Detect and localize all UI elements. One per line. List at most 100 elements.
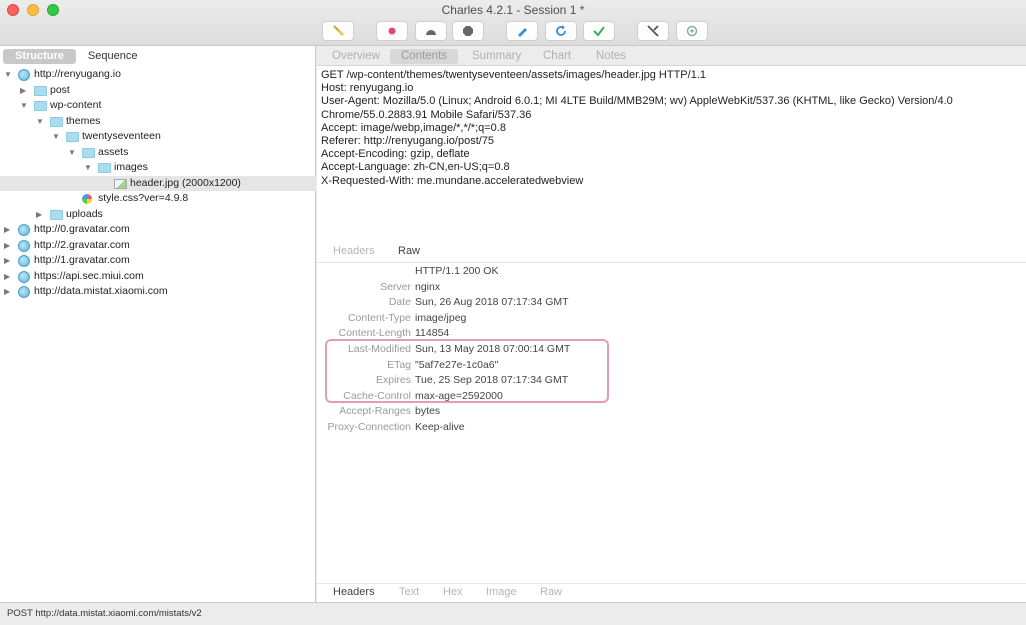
tab-notes[interactable]: Notes xyxy=(585,49,637,64)
breakpoints-button[interactable] xyxy=(452,21,484,41)
tree-node[interactable]: ▶ post xyxy=(0,83,316,99)
disclosure-closed-icon[interactable]: ▶ xyxy=(4,238,14,254)
cache-headers-highlight xyxy=(325,339,609,403)
response-tab-text[interactable]: Text xyxy=(399,586,419,598)
tools-icon xyxy=(647,25,659,37)
header-name: Content-Type xyxy=(347,311,411,324)
disclosure-closed-icon[interactable]: ▶ xyxy=(4,222,14,238)
tree-node[interactable]: style.css?ver=4.9.8 xyxy=(0,191,316,207)
clear-session-button[interactable] xyxy=(322,21,354,41)
window-title: Charles 4.2.1 - Session 1 * xyxy=(441,3,585,17)
settings-icon xyxy=(686,25,698,37)
tree-node[interactable]: ▼ assets xyxy=(0,145,316,161)
tree-node[interactable]: ▼ images xyxy=(0,160,316,176)
tree-node[interactable]: ▶ http://2.gravatar.com xyxy=(0,238,316,254)
folder-icon xyxy=(34,85,47,96)
response-header-row: Content-Type image/jpeg xyxy=(317,311,1026,327)
tree-node-label: post xyxy=(50,83,70,96)
tab-contents[interactable]: Contents xyxy=(390,49,459,64)
repeat-button[interactable] xyxy=(545,21,577,41)
tree-node-label: images xyxy=(114,161,148,173)
compose-button[interactable] xyxy=(506,21,538,41)
tree-node-label: https://api.sec.miui.com xyxy=(34,269,144,282)
tree-node-label: themes xyxy=(66,114,101,127)
header-value: nginx xyxy=(415,280,441,293)
header-value: Sun, 26 Aug 2018 07:17:34 GMT xyxy=(415,296,569,309)
tree-node[interactable]: ▼ themes xyxy=(0,114,316,130)
response-header-row: Server nginx xyxy=(317,280,1026,296)
tree-node[interactable]: header.jpg (2000x1200) xyxy=(0,175,316,191)
tree-node[interactable]: ▼ wp-content xyxy=(0,98,316,114)
globe-icon xyxy=(18,255,30,267)
header-name: Accept-Ranges xyxy=(339,405,411,418)
tab-chart[interactable]: Chart xyxy=(532,49,582,64)
tools-button[interactable] xyxy=(637,21,669,41)
throttle-button[interactable] xyxy=(415,21,447,41)
validate-button[interactable] xyxy=(583,21,615,41)
tree-node[interactable]: ▼ http://renyugang.io xyxy=(0,67,316,83)
tree-node[interactable]: ▶ http://1.gravatar.com xyxy=(0,253,316,269)
folder-icon xyxy=(82,147,95,158)
header-name: Proxy-Connection xyxy=(327,420,411,433)
request-tab-headers[interactable]: Headers xyxy=(333,245,375,257)
disclosure-closed-icon[interactable]: ▶ xyxy=(20,83,30,99)
toolbar xyxy=(0,21,1026,43)
response-subtabs: Headers Text Hex Image Raw xyxy=(317,583,1026,603)
response-header-row: Proxy-Connection Keep-alive xyxy=(317,420,1026,436)
breakpoint-icon xyxy=(463,26,473,36)
record-button[interactable] xyxy=(376,21,408,41)
disclosure-closed-icon[interactable]: ▶ xyxy=(36,207,46,223)
validate-icon xyxy=(593,26,605,37)
structure-tab[interactable]: Structure xyxy=(3,49,76,64)
response-tab-headers[interactable]: Headers xyxy=(333,586,375,598)
tree-node-label: twentyseventeen xyxy=(82,130,161,142)
disclosure-closed-icon[interactable]: ▶ xyxy=(4,269,14,285)
disclosure-closed-icon[interactable]: ▶ xyxy=(4,253,14,269)
folder-icon xyxy=(98,163,111,173)
tree-node[interactable]: ▶ http://0.gravatar.com xyxy=(0,222,316,238)
disclosure-open-icon[interactable]: ▼ xyxy=(68,145,78,161)
tree-node-label: http://data.mistat.xiaomi.com xyxy=(34,285,168,297)
tree-node[interactable]: ▶ https://api.sec.miui.com xyxy=(0,269,316,285)
response-tab-hex[interactable]: Hex xyxy=(443,586,463,598)
status-bar: POST http://data.mistat.xiaomi.com/mista… xyxy=(0,602,1026,625)
folder-icon xyxy=(66,132,79,142)
css-icon xyxy=(82,194,92,204)
header-value: bytes xyxy=(415,405,441,418)
detail-pane: Overview Contents Summary Chart Notes GE… xyxy=(317,46,1026,602)
response-tab-raw[interactable]: Raw xyxy=(540,586,562,598)
tree-node[interactable]: ▶ uploads xyxy=(0,207,316,223)
folder-icon xyxy=(50,116,63,127)
disclosure-open-icon[interactable]: ▼ xyxy=(52,129,62,145)
disclosure-open-icon[interactable]: ▼ xyxy=(36,114,46,130)
folder-icon xyxy=(34,101,47,111)
structure-pane: Structure Sequence ▼ http://renyugang.io ▶… xyxy=(0,46,316,602)
tree-node-label: http://2.gravatar.com xyxy=(34,238,130,251)
settings-button[interactable] xyxy=(676,21,708,41)
tree-node-label: style.css?ver=4.9.8 xyxy=(98,192,189,204)
tree-node-label: header.jpg (2000x1200) xyxy=(130,176,241,189)
header-name: Server xyxy=(380,280,411,293)
disclosure-open-icon[interactable]: ▼ xyxy=(4,67,14,83)
disclosure-open-icon[interactable]: ▼ xyxy=(20,98,30,114)
folder-icon xyxy=(50,209,63,220)
sequence-tab[interactable]: Sequence xyxy=(76,49,150,64)
view-mode-switch: Structure Sequence xyxy=(3,49,149,64)
tree-node-label: http://1.gravatar.com xyxy=(34,254,130,266)
header-name: Date xyxy=(388,296,411,309)
tree-node[interactable]: ▶ http://data.mistat.xiaomi.com xyxy=(0,284,316,300)
globe-icon xyxy=(18,270,30,283)
tree-node-label: http://renyugang.io xyxy=(34,68,121,80)
tree-node[interactable]: ▼ twentyseventeen xyxy=(0,129,316,145)
tab-overview[interactable]: Overview xyxy=(321,49,391,64)
request-tab-raw[interactable]: Raw xyxy=(398,245,420,257)
tab-summary[interactable]: Summary xyxy=(461,49,532,64)
disclosure-closed-icon[interactable]: ▶ xyxy=(4,284,14,300)
image-icon xyxy=(114,178,127,189)
tree-node-label: uploads xyxy=(66,207,103,220)
disclosure-open-icon[interactable]: ▼ xyxy=(84,160,94,176)
repeat-icon xyxy=(556,25,566,36)
response-tab-image[interactable]: Image xyxy=(486,586,517,598)
compose-icon xyxy=(518,28,527,37)
header-value: HTTP/1.1 200 OK xyxy=(415,265,499,277)
